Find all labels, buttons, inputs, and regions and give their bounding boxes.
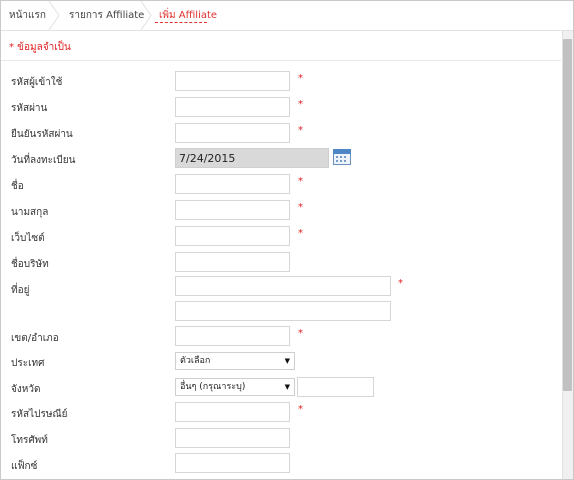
country-selected-value: ตัวเลือก (180, 356, 211, 366)
scrollbar-thumb[interactable] (563, 39, 572, 391)
company-input[interactable] (175, 252, 290, 272)
register-date-input (175, 148, 329, 168)
dropdown-arrow-icon: ▼ (284, 383, 290, 391)
postcode-input[interactable] (175, 402, 290, 422)
country-select[interactable]: ตัวเลือก ▼ (175, 352, 295, 370)
province-selected-value: อื่นๆ (กรุณาระบุ) (180, 382, 246, 392)
phone-label: โทรศัพท์ (11, 435, 48, 446)
breadcrumb-separator-icon (47, 1, 61, 30)
postcode-label: รหัสไปรษณีย์ (11, 409, 68, 420)
required-mark: * (298, 328, 303, 339)
password-label: รหัสผ่าน (11, 103, 48, 114)
website-input[interactable] (175, 226, 290, 246)
required-mark: * (298, 202, 303, 213)
address-label: ที่อยู่ (11, 285, 30, 296)
register-date-label: วันที่ลงทะเบียน (11, 155, 76, 166)
province-label: จังหวัด (11, 384, 41, 395)
breadcrumb-separator-icon (139, 1, 153, 30)
province-other-input[interactable] (297, 377, 374, 397)
password-input[interactable] (175, 97, 290, 117)
district-label: เขต/อำเภอ (11, 333, 59, 344)
required-mark: * (298, 228, 303, 239)
province-select[interactable]: อื่นๆ (กรุณาระบุ) ▼ (175, 378, 295, 396)
username-input[interactable] (175, 71, 290, 91)
required-mark: * (298, 404, 303, 415)
required-note: * ข้อมูลจำเป็น (9, 42, 71, 53)
confirm-password-input[interactable] (175, 123, 290, 143)
address-line1-input[interactable] (175, 276, 391, 296)
breadcrumb-affiliate-list-link[interactable]: รายการ Affiliate (69, 1, 144, 30)
username-label: รหัสผู้เข้าใช้ (11, 77, 63, 88)
phone-input[interactable] (175, 428, 290, 448)
fax-input[interactable] (175, 453, 290, 473)
required-mark: * (298, 99, 303, 110)
last-name-input[interactable] (175, 200, 290, 220)
required-mark: * (398, 278, 403, 289)
breadcrumb-current-add-affiliate: เพิ่ม Affiliate (159, 10, 218, 21)
district-input[interactable] (175, 326, 290, 346)
address-line2-input[interactable] (175, 301, 391, 321)
last-name-label: นามสกุล (11, 207, 49, 218)
confirm-password-label: ยืนยันรหัสผ่าน (11, 129, 73, 140)
required-mark: * (298, 176, 303, 187)
website-label: เว็บไซต์ (11, 233, 45, 244)
breadcrumb-active-underline (155, 21, 207, 23)
company-label: ชื่อบริษัท (11, 259, 49, 270)
required-mark: * (298, 73, 303, 84)
country-label: ประเทศ (11, 358, 45, 369)
required-mark: * (298, 125, 303, 136)
fax-label: แฟ็กซ์ (11, 461, 38, 472)
breadcrumb-home-link[interactable]: หน้าแรก (9, 1, 46, 30)
calendar-icon[interactable] (333, 149, 351, 165)
first-name-input[interactable] (175, 174, 290, 194)
breadcrumb: หน้าแรก รายการ Affiliate เพิ่ม Affiliate (1, 1, 573, 31)
page-frame: หน้าแรก รายการ Affiliate เพิ่ม Affiliate… (0, 0, 574, 480)
form-header: * ข้อมูลจำเป็น (1, 31, 561, 61)
first-name-label: ชื่อ (11, 181, 24, 192)
dropdown-arrow-icon: ▼ (284, 357, 290, 365)
